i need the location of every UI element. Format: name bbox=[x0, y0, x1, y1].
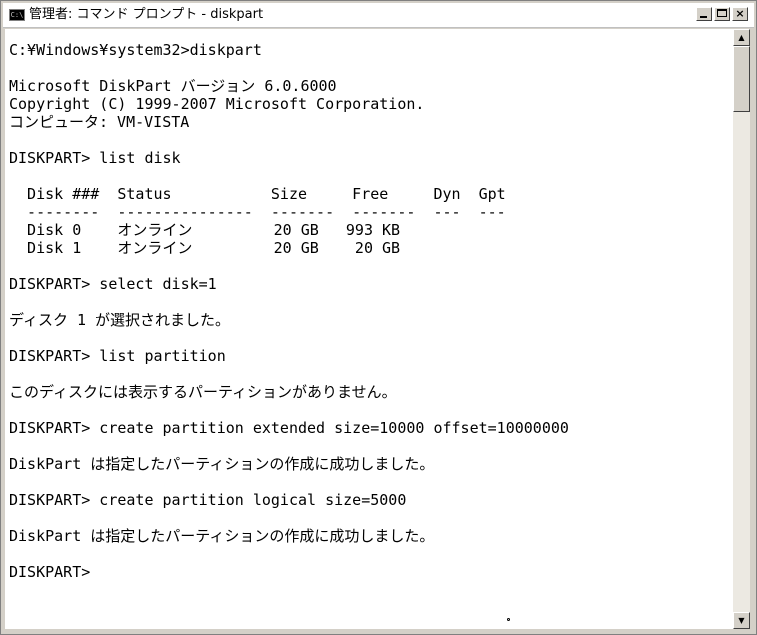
console-line: このディスクには表示するパーティションがありません。 bbox=[9, 383, 397, 401]
command-prompt-icon[interactable]: C:\ bbox=[9, 9, 25, 21]
console-line: Disk 0 オンライン 20 GB 993 KB bbox=[9, 221, 401, 239]
maximize-icon bbox=[717, 9, 727, 17]
console-line: DISKPART> select disk=1 bbox=[9, 275, 217, 293]
scrollbar-thumb[interactable] bbox=[733, 46, 750, 112]
console-line: DISKPART> create partition logical size=… bbox=[9, 491, 407, 509]
minimize-icon bbox=[700, 16, 707, 18]
console-line: Microsoft DiskPart バージョン 6.0.6000 bbox=[9, 77, 337, 95]
window-controls: × bbox=[696, 7, 748, 21]
scroll-down-button[interactable]: ▼ bbox=[733, 612, 750, 629]
console-window: C:\ 管理者: コマンド プロンプト - diskpart × C:¥Wind… bbox=[0, 0, 757, 635]
console-line: C:¥Windows¥system32>diskpart bbox=[9, 41, 262, 59]
console-line: -------- --------------- ------- -------… bbox=[9, 203, 506, 221]
console-output-area[interactable]: C:¥Windows¥system32>diskpart Microsoft D… bbox=[5, 29, 733, 629]
console-line: DISKPART> bbox=[9, 563, 91, 581]
console-line: DiskPart は指定したパーティションの作成に成功しました。 bbox=[9, 527, 435, 545]
console-output: C:¥Windows¥system32>diskpart Microsoft D… bbox=[5, 29, 733, 581]
console-line: DISKPART> list disk bbox=[9, 149, 181, 167]
console-line: DISKPART> create partition extended size… bbox=[9, 419, 569, 437]
console-line: Disk 1 オンライン 20 GB 20 GB bbox=[9, 239, 401, 257]
console-line: ディスク 1 が選択されました。 bbox=[9, 311, 231, 329]
window-title: 管理者: コマンド プロンプト - diskpart bbox=[29, 7, 264, 22]
vertical-scrollbar[interactable]: ▲ ▼ bbox=[733, 29, 750, 629]
minimize-button[interactable] bbox=[696, 7, 712, 21]
console-line: DISKPART> list partition bbox=[9, 347, 226, 365]
arrow-down-icon: ▼ bbox=[738, 616, 745, 625]
arrow-up-icon: ▲ bbox=[738, 33, 745, 42]
console-line: Copyright (C) 1999-2007 Microsoft Corpor… bbox=[9, 95, 425, 113]
console-line: DiskPart は指定したパーティションの作成に成功しました。 bbox=[9, 455, 435, 473]
close-icon: × bbox=[735, 7, 745, 20]
scroll-up-button[interactable]: ▲ bbox=[733, 29, 750, 46]
close-button[interactable]: × bbox=[732, 7, 748, 21]
console-line: Disk ### Status Size Free Dyn Gpt bbox=[9, 185, 506, 203]
cursor-dot bbox=[507, 618, 510, 621]
maximize-button[interactable] bbox=[714, 7, 730, 21]
title-bar[interactable]: C:\ 管理者: コマンド プロンプト - diskpart × bbox=[3, 3, 754, 28]
console-line: コンピュータ: VM-VISTA bbox=[9, 113, 190, 131]
